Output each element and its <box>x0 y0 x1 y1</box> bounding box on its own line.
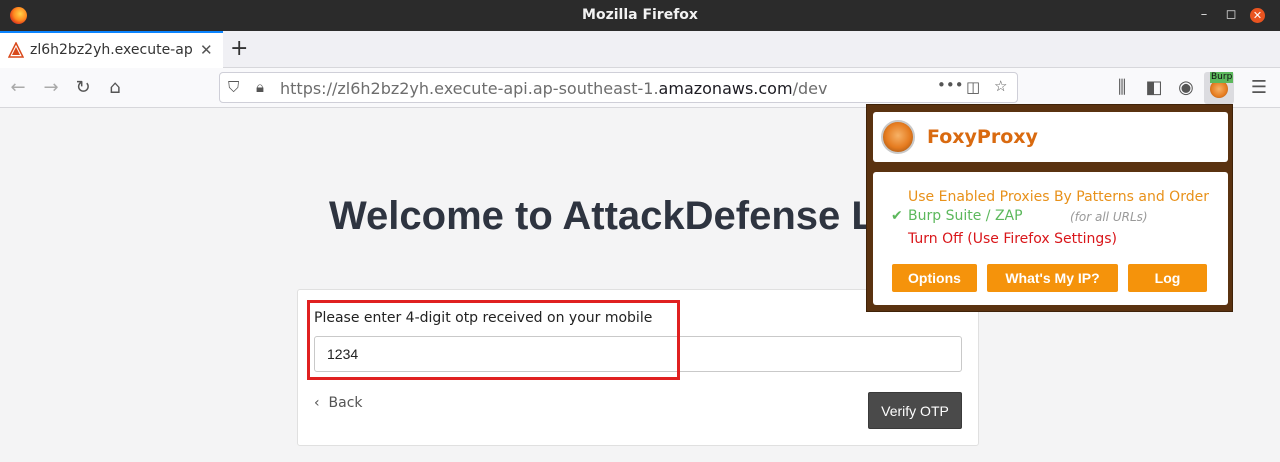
url-domain: amazonaws.com <box>658 79 793 98</box>
lock-icon[interactable]: 🔒︎ <box>256 78 264 96</box>
forward-icon[interactable]: → <box>40 77 62 99</box>
url-suffix: /dev <box>792 79 828 98</box>
mode-burp-note: (for all URLs) <box>1070 210 1148 224</box>
url-prefix: https://zl6h2bz2yh.execute-api.ap-southe… <box>280 79 659 98</box>
account-icon[interactable]: ◉ <box>1175 77 1197 99</box>
bookmark-star-icon[interactable]: ☆ <box>994 77 1007 95</box>
close-window-icon[interactable]: ✕ <box>1250 8 1265 23</box>
popup-body: Use Enabled Proxies By Patterns and Orde… <box>873 172 1228 305</box>
proxy-badge: Burp <box>1210 72 1234 83</box>
back-label: Back <box>328 395 363 411</box>
foxyproxy-logo-icon <box>881 120 915 154</box>
tab-strip: zl6h2bz2yh.execute-api.ap-southeast-1.am… <box>0 31 1280 68</box>
mode-off[interactable]: Turn Off (Use Firefox Settings) <box>908 231 1117 247</box>
tab-close-icon[interactable]: ✕ <box>200 41 213 59</box>
back-icon[interactable]: ← <box>7 77 29 99</box>
library-icon[interactable]: ⫼ <box>1111 77 1133 99</box>
otp-card: Please enter 4-digit otp received on you… <box>297 289 979 446</box>
tab-title: zl6h2bz2yh.execute-api.ap-southeast-1.am… <box>30 42 193 58</box>
home-icon[interactable]: ⌂ <box>104 77 126 99</box>
options-button[interactable]: Options <box>892 264 977 292</box>
mode-patterns[interactable]: Use Enabled Proxies By Patterns and Orde… <box>908 189 1209 205</box>
shield-icon[interactable]: ⛉ <box>228 78 239 96</box>
more-icon[interactable]: ••• <box>937 76 964 94</box>
new-tab-icon[interactable]: + <box>230 37 248 61</box>
menu-icon[interactable]: ☰ <box>1248 77 1270 99</box>
tab-active[interactable]: zl6h2bz2yh.execute-api.ap-southeast-1.am… <box>0 31 223 68</box>
log-button[interactable]: Log <box>1128 264 1207 292</box>
highlight-box <box>307 300 680 380</box>
navigation-toolbar: ← → ↻ ⌂ ⛉ 🔒︎ https://zl6h2bz2yh.execute-… <box>0 68 1280 108</box>
foxyproxy-popup: FoxyProxy Use Enabled Proxies By Pattern… <box>866 104 1233 312</box>
chevron-left-icon: ‹ <box>314 395 320 411</box>
sidebar-icon[interactable]: ◧ <box>1143 77 1165 99</box>
maximize-icon[interactable]: ◻ <box>1223 7 1239 23</box>
checkmark-icon: ✔ <box>891 208 903 224</box>
popup-header: FoxyProxy <box>873 112 1228 162</box>
whats-my-ip-button[interactable]: What's My IP? <box>987 264 1118 292</box>
reload-icon[interactable]: ↻ <box>72 77 94 99</box>
back-link[interactable]: ‹ Back <box>314 395 363 411</box>
favicon-icon <box>8 42 24 58</box>
url-bar[interactable]: ⛉ 🔒︎ https://zl6h2bz2yh.execute-api.ap-s… <box>219 72 1018 103</box>
minimize-icon[interactable]: – <box>1196 7 1212 23</box>
pocket-icon[interactable]: ◫ <box>966 78 980 96</box>
url-text[interactable]: https://zl6h2bz2yh.execute-api.ap-southe… <box>280 79 827 98</box>
mode-burp[interactable]: Burp Suite / ZAP <box>908 208 1023 224</box>
foxyproxy-toolbar-button[interactable]: Burp <box>1204 72 1234 104</box>
popup-title: FoxyProxy <box>927 126 1038 148</box>
verify-otp-button[interactable]: Verify OTP <box>868 392 962 429</box>
window-title: Mozilla Firefox <box>582 7 698 23</box>
page-heading: Welcome to AttackDefense Labs <box>329 194 945 238</box>
window-titlebar: Mozilla Firefox – ◻ ✕ <box>0 0 1280 31</box>
